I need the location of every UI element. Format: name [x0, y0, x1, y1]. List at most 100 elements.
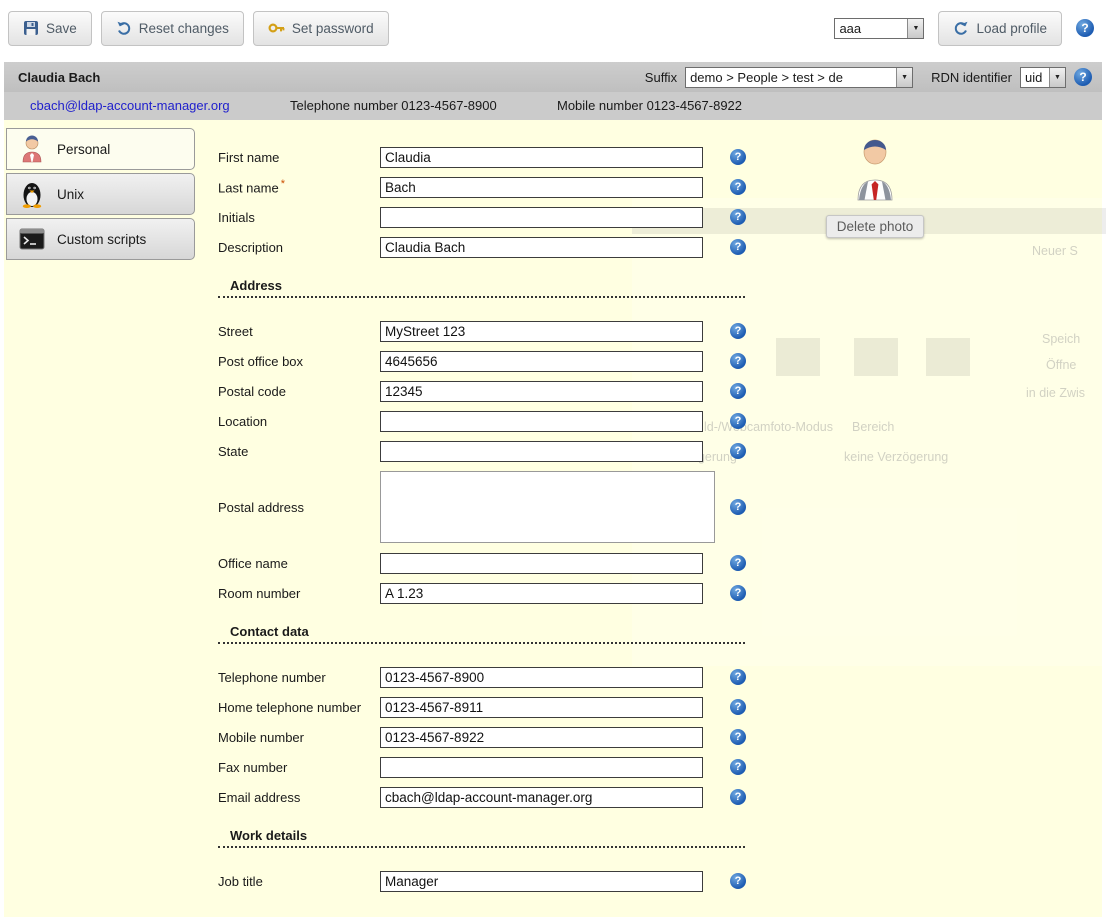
set-password-label: Set password	[292, 21, 374, 36]
dropdown-arrow-icon: ▼	[1049, 68, 1065, 87]
location-input[interactable]	[380, 411, 703, 432]
help-icon[interactable]: ?	[730, 555, 746, 571]
mobile-number-input[interactable]	[380, 727, 703, 748]
street-input[interactable]	[380, 321, 703, 342]
account-email-link[interactable]: cbach@ldap-account-manager.org	[30, 98, 230, 113]
suffix-select[interactable]: demo > People > test > de ▼	[685, 67, 913, 88]
field-row: Post office box ?	[218, 346, 750, 376]
post-office-box-input[interactable]	[380, 351, 703, 372]
help-icon[interactable]: ?	[730, 353, 746, 369]
help-icon[interactable]: ?	[730, 699, 746, 715]
fax-number-label: Fax number	[218, 760, 380, 775]
toolbar-help-icon[interactable]: ?	[1076, 19, 1094, 37]
field-row: Job title ?	[218, 866, 750, 896]
module-tabs: Personal Unix Custom scripts	[6, 128, 195, 263]
postal-address-textarea[interactable]	[380, 471, 715, 543]
reload-arrow-icon	[953, 20, 969, 36]
help-icon[interactable]: ?	[730, 209, 746, 225]
ghost-text: Neuer S	[1032, 244, 1078, 258]
description-input[interactable]	[380, 237, 703, 258]
tab-unix[interactable]: Unix	[6, 173, 195, 215]
save-button[interactable]: Save	[8, 11, 92, 46]
help-icon[interactable]: ?	[730, 149, 746, 165]
last-name-input[interactable]	[380, 177, 703, 198]
help-icon[interactable]: ?	[730, 499, 746, 515]
undo-arrow-icon	[116, 20, 132, 36]
first-name-input[interactable]	[380, 147, 703, 168]
home-telephone-number-label: Home telephone number	[218, 700, 380, 715]
office-name-input[interactable]	[380, 553, 703, 574]
tab-unix-label: Unix	[57, 187, 84, 202]
help-icon[interactable]: ?	[730, 759, 746, 775]
email-address-label: Email address	[218, 790, 380, 805]
field-row: Office name ?	[218, 548, 750, 578]
profile-select[interactable]: aaa ▼	[834, 18, 924, 39]
account-telephone-text: Telephone number 0123-4567-8900	[290, 98, 497, 113]
ghost-text: Speich	[1042, 332, 1080, 346]
rdn-select[interactable]: uid ▼	[1020, 67, 1066, 88]
room-number-input[interactable]	[380, 583, 703, 604]
field-row: Telephone number ?	[218, 662, 750, 692]
header-help-icon[interactable]: ?	[1074, 68, 1092, 86]
help-icon[interactable]: ?	[730, 585, 746, 601]
description-label: Description	[218, 240, 380, 255]
header-right-group: Suffix demo > People > test > de ▼ RDN i…	[645, 67, 1092, 88]
tab-custom-scripts[interactable]: Custom scripts	[6, 218, 195, 260]
field-row: Postal address ?	[218, 466, 750, 548]
profile-select-value: aaa	[835, 19, 907, 38]
help-icon[interactable]: ?	[730, 443, 746, 459]
personal-form: First name ? Last name* ? Initials ? Des…	[218, 142, 750, 896]
rdn-select-value: uid	[1021, 68, 1049, 87]
ghost-text: keine Verzögerung	[844, 450, 948, 464]
load-profile-button[interactable]: Load profile	[938, 11, 1062, 46]
fax-number-input[interactable]	[380, 757, 703, 778]
reset-changes-button[interactable]: Reset changes	[101, 11, 244, 46]
field-row: Room number ?	[218, 578, 750, 608]
penguin-icon	[17, 180, 47, 208]
field-row: State ?	[218, 436, 750, 466]
field-row: First name ?	[218, 142, 750, 172]
ghost-text: Bereich	[852, 420, 894, 434]
help-icon[interactable]: ?	[730, 179, 746, 195]
key-icon	[268, 21, 285, 35]
help-icon[interactable]: ?	[730, 873, 746, 889]
postal-address-label: Postal address	[218, 500, 380, 515]
terminal-icon	[17, 228, 47, 250]
save-disk-icon	[23, 20, 39, 36]
ghost-text: Öffne	[1046, 358, 1076, 372]
job-title-input[interactable]	[380, 871, 703, 892]
load-profile-label: Load profile	[976, 21, 1047, 36]
telephone-number-input[interactable]	[380, 667, 703, 688]
tab-custom-scripts-label: Custom scripts	[57, 232, 146, 247]
set-password-button[interactable]: Set password	[253, 11, 389, 46]
field-row: Street ?	[218, 316, 750, 346]
initials-input[interactable]	[380, 207, 703, 228]
account-title: Claudia Bach	[18, 70, 100, 85]
account-header-row2: cbach@ldap-account-manager.org Telephone…	[4, 92, 1102, 120]
help-icon[interactable]: ?	[730, 383, 746, 399]
help-icon[interactable]: ?	[730, 323, 746, 339]
help-icon[interactable]: ?	[730, 669, 746, 685]
street-label: Street	[218, 324, 380, 339]
last-name-label: Last name*	[218, 178, 380, 195]
first-name-label: First name	[218, 150, 380, 165]
help-icon[interactable]: ?	[730, 729, 746, 745]
tab-personal[interactable]: Personal	[6, 128, 195, 170]
help-icon[interactable]: ?	[730, 789, 746, 805]
field-row: Email address ?	[218, 782, 750, 812]
help-icon[interactable]: ?	[730, 239, 746, 255]
toolbar-right-group: aaa ▼ Load profile ?	[834, 11, 1094, 46]
delete-photo-button[interactable]: Delete photo	[826, 215, 925, 238]
field-row: Initials ?	[218, 202, 750, 232]
job-title-label: Job title	[218, 874, 380, 889]
room-number-label: Room number	[218, 586, 380, 601]
postal-code-label: Postal code	[218, 384, 380, 399]
home-telephone-number-input[interactable]	[380, 697, 703, 718]
person-icon	[17, 135, 47, 163]
help-icon[interactable]: ?	[730, 413, 746, 429]
postal-code-input[interactable]	[380, 381, 703, 402]
email-address-input[interactable]	[380, 787, 703, 808]
ghost-text: in die Zwis	[1026, 386, 1085, 400]
field-row: Fax number ?	[218, 752, 750, 782]
state-input[interactable]	[380, 441, 703, 462]
